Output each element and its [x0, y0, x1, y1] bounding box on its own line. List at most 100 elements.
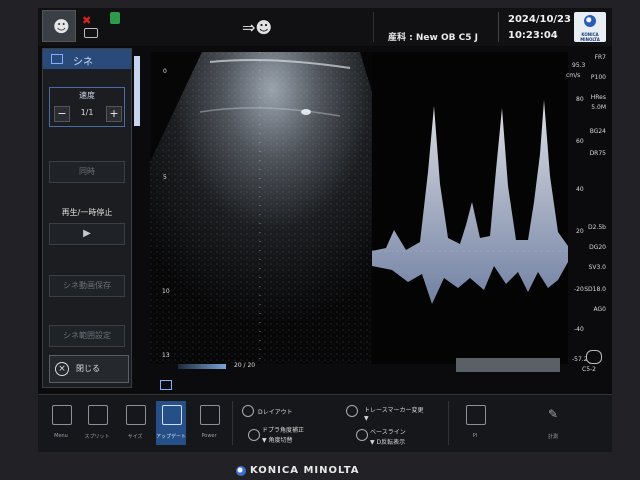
knob-icon[interactable] [346, 405, 358, 417]
disk-icon[interactable] [110, 12, 120, 24]
param-power: P100 [590, 74, 606, 81]
database-icon[interactable] [84, 28, 98, 38]
cine-save-button[interactable]: シネ動画保存 [49, 275, 125, 297]
param-dg: DG20 [589, 244, 606, 251]
cine-range-button[interactable]: シネ範囲設定 [49, 325, 125, 347]
param-d: D2.5b [588, 224, 606, 231]
cine-icon [160, 380, 172, 390]
divider [498, 12, 499, 42]
brand-symbol-icon [584, 15, 596, 27]
brand-symbol-icon [236, 466, 246, 476]
menu-icon [52, 405, 72, 425]
cine-panel-header: シネ [43, 49, 131, 69]
size-icon [126, 405, 146, 425]
depth-tick: 10 [162, 288, 170, 295]
param-fr: FR7 [594, 54, 606, 61]
d-invert-label: ▼ D反転表示 [370, 439, 406, 446]
speed-control: 速度 − 1/1 + [49, 87, 125, 127]
measure-button[interactable]: ✎ 計測 [538, 401, 568, 445]
close-button[interactable]: × 閉じる [49, 355, 129, 383]
menu-button[interactable]: Menu [46, 401, 76, 445]
patient-transfer-icon[interactable]: ⇒☻ [242, 18, 272, 37]
velocity-tick: -40 [574, 326, 584, 333]
scroll-indicator [456, 358, 560, 372]
cine-panel: シネ 速度 − 1/1 + 同時 再生/一時停止 ▶ シネ動画保存 シネ範囲設定… [42, 48, 132, 388]
pen-icon: ✎ [547, 407, 559, 421]
bmode-svg [150, 52, 372, 364]
param-ag: AG0 [593, 306, 606, 313]
update-button[interactable]: アップデート [156, 401, 186, 445]
ultrasound-screen: ☻ ✖ ⇒☻ 産科 : New OB C5 J 2024/10/23 10:23… [38, 8, 612, 452]
sync-button[interactable]: 同時 [49, 161, 125, 183]
monitor-brand: KONICA MINOLTA [250, 465, 360, 476]
cine-title: シネ [73, 57, 93, 68]
grid-icon [466, 405, 486, 425]
speed-increase-button[interactable]: + [106, 106, 122, 122]
frame-progress-bar[interactable] [178, 364, 226, 369]
power-button[interactable]: Power [194, 401, 224, 445]
pl-button[interactable]: Pl [460, 401, 490, 445]
tools-icon[interactable]: ✖ [82, 14, 96, 27]
split-icon [88, 405, 108, 425]
update-icon [162, 405, 182, 425]
knob-icon[interactable] [356, 429, 368, 441]
play-pause-label: 再生/一時停止 [61, 208, 113, 217]
param-freq: 5.0M [591, 104, 606, 111]
velocity-unit-label: cm/s [566, 72, 581, 79]
knob-icon[interactable] [248, 429, 260, 441]
velocity-tick: -20 [574, 286, 584, 293]
cine-icon [51, 54, 63, 64]
depth-tick: 0 [163, 68, 167, 75]
date-label: 2024/10/23 [508, 14, 571, 25]
pl-label: Pl [472, 433, 478, 439]
update-label: アップデート [155, 434, 186, 440]
depth-tick: 5 [163, 174, 167, 181]
brand-logo: KONICA MINOLTA [574, 12, 606, 42]
velocity-tick: 80 [576, 96, 584, 103]
measure-label: 計測 [547, 434, 558, 440]
probe-label: C5-2 [582, 366, 596, 373]
split-label: スプリット [84, 434, 110, 440]
trace-sub-label: ▼ [364, 415, 369, 422]
doppler-angle-label: ドプラ角度補正 [262, 427, 305, 434]
trace-marker-label: トレースマーカー変更 [364, 407, 424, 414]
depth-tick: 13 [162, 352, 170, 359]
baseline-label: ベースライン [370, 429, 406, 436]
bottom-toolbar: Menu スプリット サイズ アップデート Power Dレイアウト ドプラ角度… [38, 394, 612, 452]
d-layout-label: Dレイアウト [258, 409, 293, 416]
param-sd: SD18.0 [584, 286, 606, 293]
param-sv: SV3.0 [588, 264, 606, 271]
velocity-tick: 40 [576, 186, 584, 193]
power-label: Power [201, 433, 217, 439]
speed-value: 1/1 [80, 108, 94, 117]
cine-scrollbar[interactable] [134, 56, 140, 126]
size-button[interactable]: サイズ [120, 401, 150, 445]
right-info-column: 95.3 cm/s 80 60 40 20 -20 -40 -57.2 FR7 … [566, 52, 612, 368]
doppler-svg [372, 52, 568, 364]
doppler-spectrum[interactable] [372, 52, 568, 364]
divider [232, 401, 233, 445]
divider [373, 12, 374, 42]
time-label: 10:23:04 [508, 30, 558, 41]
param-bg: BG24 [589, 128, 606, 135]
divider [448, 401, 449, 445]
user-add-button[interactable]: ☻ [42, 10, 76, 42]
velocity-max-label: 95.3 [572, 62, 586, 69]
frame-counter: 20 / 20 [234, 362, 256, 369]
user-add-icon: ☻ [53, 17, 70, 36]
split-button[interactable]: スプリット [82, 401, 112, 445]
velocity-tick: 60 [576, 138, 584, 145]
play-pause-button[interactable]: ▶ [49, 223, 125, 245]
probe-preset-label: 産科 : New OB C5 J [388, 33, 478, 43]
bmode-image[interactable] [150, 52, 372, 364]
brand-logo-text: KONICA MINOLTA [580, 32, 600, 42]
close-label: 閉じる [76, 364, 100, 373]
probe-icon [586, 350, 602, 364]
velocity-tick: 20 [576, 228, 584, 235]
power-icon [200, 405, 220, 425]
knob-icon[interactable] [242, 405, 254, 417]
speed-decrease-button[interactable]: − [54, 106, 70, 122]
close-icon: × [55, 362, 69, 376]
speed-label: 速度 [79, 91, 95, 100]
top-bar: ☻ ✖ ⇒☻ 産科 : New OB C5 J 2024/10/23 10:23… [38, 8, 612, 46]
